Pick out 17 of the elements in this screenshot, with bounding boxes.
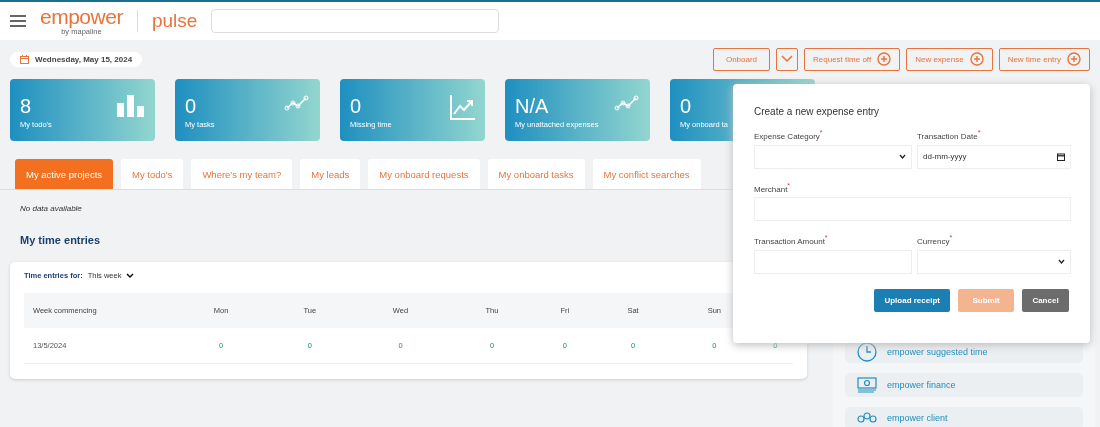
stat-value: N/A bbox=[515, 95, 550, 118]
stat-value: 0 bbox=[350, 95, 363, 118]
field-label: Expense Category$^{*}$ bbox=[754, 129, 824, 141]
field-label: Currency$^{*}$ bbox=[917, 234, 954, 246]
date-text: Wednesday, May 15, 2024 bbox=[35, 54, 133, 64]
date-placeholder: dd-mm-yyyy bbox=[923, 152, 967, 162]
stat-value: 8 bbox=[20, 95, 33, 118]
field-label: Merchant$^{*}$ bbox=[754, 181, 792, 194]
stat-value: 0 bbox=[185, 95, 198, 118]
field-label: Transaction Amount$^{*}$ bbox=[754, 234, 829, 246]
section-title: My time entries bbox=[20, 234, 101, 246]
stat-value: 0 bbox=[680, 95, 693, 118]
empty-message: No data available bbox=[20, 204, 82, 213]
app-name: pulse bbox=[151, 10, 198, 32]
logo-text: empower bbox=[40, 6, 123, 28]
dialog-title: Create a new expense entry bbox=[754, 106, 881, 117]
field-label: Transaction Date$^{*}$ bbox=[917, 129, 982, 141]
